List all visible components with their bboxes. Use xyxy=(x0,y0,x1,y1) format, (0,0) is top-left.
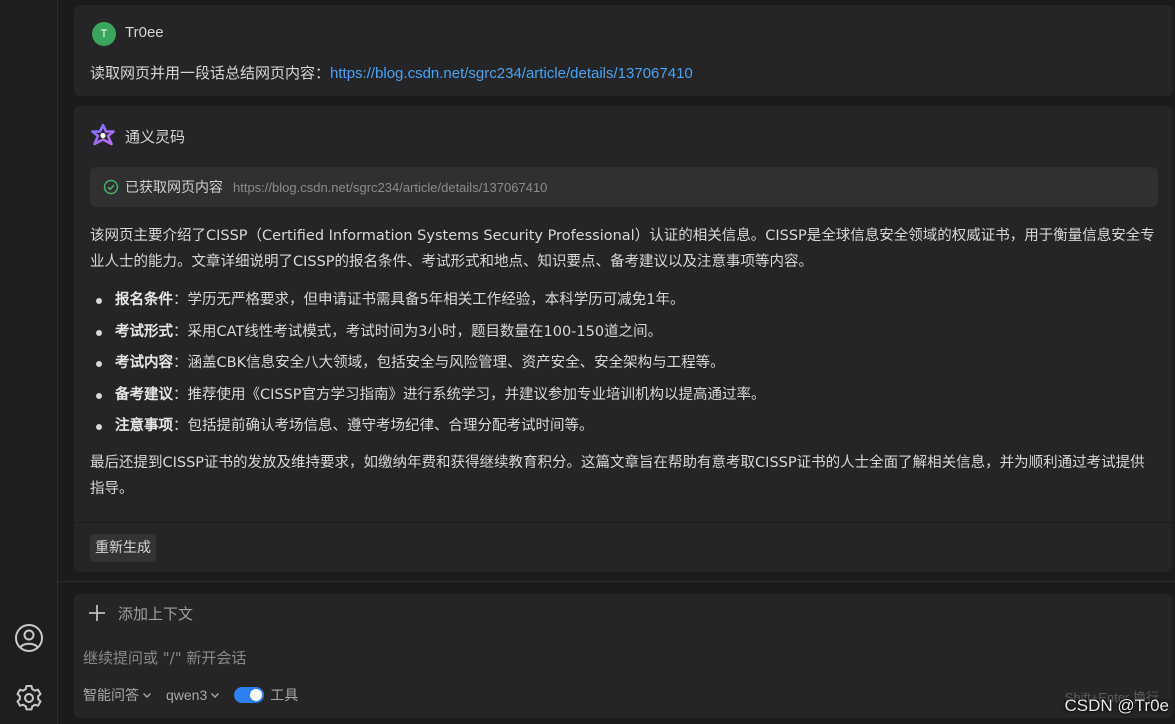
chevron-down-icon xyxy=(143,693,151,698)
bullet-text: ：推荐使用《CISSP官方学习指南》进行系统学习，并建议参加专业培训机构以提高通… xyxy=(173,386,766,403)
tools-toggle[interactable] xyxy=(234,687,265,703)
tools-label: 工具 xyxy=(270,688,299,704)
mode-select-label: 智能问答 xyxy=(83,688,139,704)
input-toolbar: 智能问答 qwen3 工具 xyxy=(83,685,298,705)
user-message-card: T Tr0ee 读取网页并用一段话总结网页内容：https://blog.csd… xyxy=(74,5,1173,96)
chat-input[interactable] xyxy=(83,646,783,670)
bullet-text: ：学历无严格要求，但申请证书需具备5年相关工作经验，本科学历可减免1年。 xyxy=(173,292,685,308)
user-question-link[interactable]: https://blog.csdn.net/sgrc234/article/de… xyxy=(330,65,693,82)
chat-panel: T Tr0ee 读取网页并用一段话总结网页内容：https://blog.csd… xyxy=(58,0,1175,724)
answer-outro: 最后还提到CISSP证书的发放及维持要求，如缴纳年费和获得继续教育积分。这篇文章… xyxy=(90,454,1145,497)
user-name: Tr0ee xyxy=(125,24,164,41)
divider xyxy=(58,581,1175,582)
assistant-name: 通义灵码 xyxy=(125,128,186,146)
regenerate-button[interactable]: 重新生成 xyxy=(90,534,156,562)
add-context-label: 添加上下文 xyxy=(118,604,194,623)
bullet-label: 备考建议 xyxy=(115,386,173,403)
list-item: 注意事项：包括提前确认考场信息、遵守考场纪律、合理分配考试时间等。 xyxy=(90,411,1159,443)
chevron-down-icon xyxy=(211,693,220,698)
tongyi-lingma-logo-icon xyxy=(91,123,115,146)
model-select-label: qwen3 xyxy=(166,687,208,703)
user-question-text: 读取网页并用一段话总结网页内容： xyxy=(90,64,331,82)
bullet-label: 报名条件 xyxy=(115,292,173,308)
answer-intro: 该网页主要介绍了CISSP（Certified Information Syst… xyxy=(90,228,1155,270)
bullet-text: ：涵盖CBK信息安全八大领域，包括安全与风险管理、资产安全、安全架构与工程等。 xyxy=(173,355,725,371)
settings-gear-icon[interactable] xyxy=(13,682,45,714)
model-select[interactable]: qwen3 xyxy=(166,687,220,703)
bullet-label: 考试形式 xyxy=(115,323,173,340)
assistant-answer: 该网页主要介绍了CISSP（Certified Information Syst… xyxy=(90,223,1159,502)
list-item: 备考建议：推荐使用《CISSP官方学习指南》进行系统学习，并建议参加专业培训机构… xyxy=(90,380,1159,412)
fetch-status-box[interactable]: 已获取网页内容 https://blog.csdn.net/sgrc234/ar… xyxy=(90,167,1158,207)
mode-select[interactable]: 智能问答 xyxy=(83,685,152,705)
assistant-message-card: 通义灵码 已获取网页内容 https://blog.csdn.net/sgrc2… xyxy=(74,106,1173,572)
check-circle-icon xyxy=(103,179,119,195)
bullet-label: 考试内容 xyxy=(115,355,173,371)
user-question: 读取网页并用一段话总结网页内容：https://blog.csdn.net/sg… xyxy=(90,62,693,83)
plus-icon xyxy=(86,602,108,624)
add-context-button[interactable]: 添加上下文 xyxy=(86,602,193,624)
user-avatar: T xyxy=(92,22,116,46)
answer-bullet-list: 报名条件：学历无严格要求，但申请证书需具备5年相关工作经验，本科学历可减免1年。… xyxy=(90,285,1159,443)
csdn-watermark: CSDN @Tr0e xyxy=(1064,696,1169,715)
bullet-text: ：包括提前确认考场信息、遵守考场纪律、合理分配考试时间等。 xyxy=(173,418,594,434)
list-item: 考试形式：采用CAT线性考试模式，考试时间为3小时，题目数量在100-150道之… xyxy=(90,317,1159,349)
assistant-actions: 重新生成 xyxy=(74,522,1173,572)
bullet-text: ：采用CAT线性考试模式，考试时间为3小时，题目数量在100-150道之间。 xyxy=(173,323,663,340)
fetch-status-url[interactable]: https://blog.csdn.net/sgrc234/article/de… xyxy=(233,180,547,195)
account-icon[interactable] xyxy=(13,622,45,654)
list-item: 考试内容：涵盖CBK信息安全八大领域，包括安全与风险管理、资产安全、安全架构与工… xyxy=(90,348,1159,380)
left-sidebar xyxy=(0,0,58,724)
list-item: 报名条件：学历无严格要求，但申请证书需具备5年相关工作经验，本科学历可减免1年。 xyxy=(90,285,1159,317)
chat-input-box: 添加上下文 智能问答 qwen3 工具 Shift+Enter 换行 xyxy=(74,594,1173,718)
fetch-status-text: 已获取网页内容 xyxy=(125,180,223,196)
bullet-label: 注意事项 xyxy=(115,418,173,434)
